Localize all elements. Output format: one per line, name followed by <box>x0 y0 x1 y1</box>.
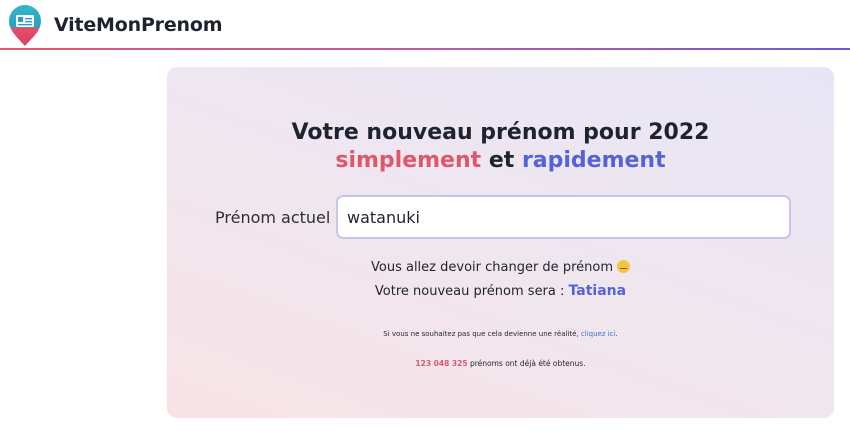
subtitle-word-simplement: simplement <box>335 148 482 173</box>
names-count-suffix: prénoms ont déjà été obtenus. <box>469 359 586 368</box>
main-card: Votre nouveau prénom pour 2022 simplemen… <box>167 67 834 418</box>
change-name-message: Vous allez devoir changer de prénom <box>167 260 834 275</box>
opt-out-end: . <box>615 330 618 338</box>
page-title: Votre nouveau prénom pour 2022 <box>291 120 710 145</box>
opt-out-link[interactable]: cliquez ici <box>581 330 616 338</box>
current-name-label: Prénom actuel : <box>215 208 341 227</box>
header-divider <box>0 48 850 50</box>
change-name-text: Vous allez devoir changer de prénom <box>371 260 613 275</box>
brand-name[interactable]: ViteMonPrenom <box>54 14 223 36</box>
new-name-message: Votre nouveau prénom sera : Tatiana <box>167 283 834 299</box>
page-subtitle: simplement et rapidement <box>167 147 834 175</box>
opt-out-note: Si vous ne souhaitez pas que cela devien… <box>167 330 834 338</box>
header: ViteMonPrenom <box>0 0 850 48</box>
names-count: 123 048 325 <box>415 359 468 368</box>
subtitle-word-rapidement: rapidement <box>521 148 666 173</box>
opt-out-text: Si vous ne souhaitez pas que cela devien… <box>383 330 579 338</box>
subtitle-word-et: et <box>488 148 515 173</box>
new-name-value: Tatiana <box>568 283 627 299</box>
id-card-pin-icon[interactable] <box>8 5 42 47</box>
new-name-prefix: Votre nouveau prénom sera : <box>374 284 565 299</box>
current-name-input[interactable] <box>336 195 791 239</box>
names-counter: 123 048 325 prénoms ont déjà été obtenus… <box>167 359 834 368</box>
pensive-face-icon <box>616 260 630 273</box>
